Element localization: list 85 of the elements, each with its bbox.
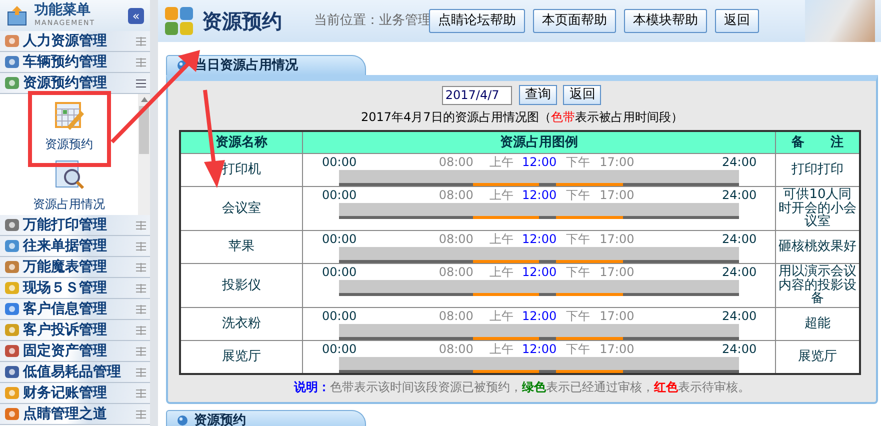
time-label: 24:00 [722, 342, 757, 356]
time-label: 00:00 [322, 308, 357, 323]
time-label: 17:00 [600, 155, 634, 169]
time-label: 08:00 [438, 342, 474, 356]
time-label: 08:00 [438, 188, 474, 202]
table-cell: 可供10人同时开会的小会议室 [775, 186, 860, 230]
panel-tab[interactable]: 资源预约 [166, 410, 366, 426]
time-label: 08:00 [438, 232, 474, 246]
globe-icon [177, 415, 188, 426]
collapse-button[interactable]: « [128, 8, 144, 24]
time-label: 12:00 [522, 342, 557, 356]
query-button[interactable]: 返回 [563, 85, 602, 105]
time-label: 下午 [566, 308, 590, 323]
menu-item[interactable]: 万能魔表管理 [0, 257, 150, 278]
table-cell: 苹果 [180, 230, 303, 264]
menu-item[interactable]: 客户投诉管理 [0, 320, 150, 341]
time-label: 24:00 [722, 188, 757, 202]
menu-item[interactable]: 人力资源管理 [0, 31, 150, 52]
time-label: 上午 [490, 308, 514, 323]
table-cell: 洗衣粉 [180, 307, 303, 340]
time-label: 12:00 [522, 188, 557, 202]
time-label: 08:00 [438, 155, 474, 169]
time-label: 00:00 [322, 232, 357, 246]
menu-box-icon [6, 4, 28, 26]
date-field[interactable]: 2017/4/7 [442, 86, 512, 104]
time-label: 上午 [490, 232, 514, 246]
menu-item[interactable]: 低值易耗品管理 [0, 362, 150, 383]
time-label: 08:00 [438, 264, 474, 279]
menu-item[interactable]: 往来单据管理 [0, 236, 150, 257]
time-label: 下午 [566, 342, 590, 356]
time-label: 上午 [490, 188, 514, 202]
menu-item[interactable]: 固定资产管理 [0, 341, 150, 362]
menu-item[interactable]: 客户信息管理 [0, 299, 150, 320]
submenu-item[interactable]: 资源占用情况 [33, 159, 105, 212]
chart-caption: 2017年4月7日的资源占用情况图（色带表示被占用时间段） [360, 109, 684, 126]
legend-note: 说明：色带表示该时间该段资源已被预约，绿色表示已经通过审核，红色表示待审核。 [292, 378, 751, 396]
time-label: 24:00 [722, 232, 757, 246]
photo-placeholder [805, 0, 875, 42]
time-label: 17:00 [600, 264, 634, 279]
scrollbar[interactable] [138, 94, 150, 215]
time-label: 上午 [490, 155, 514, 169]
menu-item[interactable]: 万能打印管理 [0, 215, 150, 236]
time-label: 00:00 [322, 264, 357, 279]
time-label: 上午 [490, 342, 514, 356]
submenu-item[interactable]: 资源预约 [45, 100, 93, 154]
table-cell: 用以演示会议内容的投影设备 [775, 263, 860, 308]
time-label: 下午 [566, 232, 590, 246]
help-button[interactable]: 点睛论坛帮助 [429, 9, 525, 33]
column-header: 备 注 [775, 130, 860, 154]
time-label: 00:00 [322, 155, 357, 169]
menu-item[interactable]: 点睛管理之道 [0, 404, 150, 425]
table-cell: 投影仪 [180, 263, 303, 308]
query-button[interactable]: 查询 [518, 85, 557, 105]
time-label: 08:00 [438, 308, 474, 323]
menu-item[interactable]: 财务记账管理 [0, 383, 150, 404]
help-button[interactable]: 本页面帮助 [533, 9, 616, 33]
time-label: 下午 [566, 155, 590, 169]
time-label: 17:00 [600, 232, 634, 246]
time-label: 上午 [490, 264, 514, 279]
time-label: 12:00 [522, 232, 557, 246]
scroll-up-icon[interactable] [140, 97, 148, 102]
time-label: 下午 [566, 188, 590, 202]
menu-item[interactable]: 现场５Ｓ管理 [0, 278, 150, 299]
menu-item[interactable]: 资源预约管理 [0, 73, 150, 94]
time-label: 24:00 [722, 155, 757, 169]
time-label: 17:00 [600, 308, 634, 323]
time-label: 17:00 [600, 188, 634, 202]
time-label: 00:00 [322, 342, 357, 356]
time-label: 12:00 [522, 264, 557, 279]
time-label: 24:00 [722, 264, 757, 279]
time-label: 00:00 [322, 188, 357, 202]
menu-item[interactable]: 车辆预约管理 [0, 52, 150, 73]
time-label: 12:00 [522, 308, 557, 323]
time-label: 12:00 [522, 155, 557, 169]
column-header: 资源名称 [180, 130, 303, 154]
menu-title: 功能菜单 [34, 2, 92, 18]
help-button[interactable]: 返回 [715, 9, 759, 33]
tiles-icon [164, 6, 194, 36]
time-label: 24:00 [722, 308, 757, 323]
time-label: 下午 [566, 264, 590, 279]
page-title: 资源预约 [202, 8, 282, 35]
help-button[interactable]: 本模块帮助 [624, 9, 707, 33]
column-header: 资源占用图例 [302, 130, 776, 154]
table-cell: 会议室 [180, 186, 303, 230]
time-label: 17:00 [600, 342, 634, 356]
